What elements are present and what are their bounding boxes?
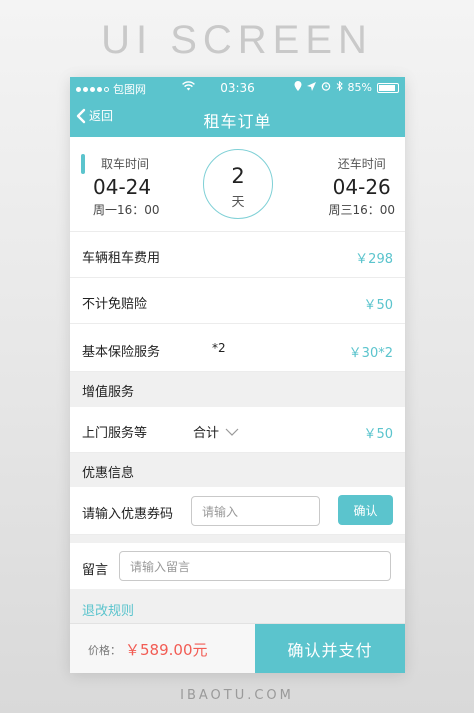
rental-fee-label: 车辆租车费用 [82, 251, 161, 266]
price-label: 价格： [88, 644, 121, 657]
return-time: 还车时间 04-26 周三16：00 [328, 155, 395, 218]
waiver-fee-row: 不计免赔险 ￥50 [70, 278, 405, 324]
chevron-down-icon [225, 428, 239, 436]
location-icon [294, 81, 302, 94]
confirm-pay-button[interactable]: 确认并支付 [255, 624, 405, 673]
battery-percent: 85% [347, 81, 372, 94]
value-added-section-header: 增值服务 [70, 372, 405, 407]
value-added-title: 增值服务 [82, 385, 135, 400]
coupon-input[interactable]: 请输入 [191, 496, 320, 526]
discount-title: 优惠信息 [82, 466, 135, 481]
pickup-label: 取车时间 [101, 157, 150, 171]
value-added-amount: ￥50 [363, 427, 393, 442]
page-footer: IBAOTU.COM [180, 688, 294, 703]
value-added-row: 上门服务等 合计 ￥50 [70, 407, 405, 453]
total-dropdown[interactable]: 合计 [193, 422, 239, 441]
page-title: 租车订单 [203, 112, 272, 131]
rental-fee-amount: ￥298 [355, 252, 393, 267]
checkout-bar: 价格： ￥589.00元 确认并支付 [70, 623, 405, 673]
alarm-icon [321, 81, 331, 94]
bluetooth-icon [336, 80, 343, 94]
battery-icon [377, 82, 399, 93]
page-header: UI SCREEN [101, 18, 373, 62]
coupon-label: 请输入优惠券码 [82, 507, 174, 522]
coupon-placeholder: 请输入 [202, 504, 239, 519]
rental-period: 取车时间 04-24 周一16：00 2 天 还车时间 04-26 周三16：0… [70, 137, 405, 232]
message-input[interactable]: 请输入留言 [119, 551, 391, 581]
pickup-weekday: 周一16：00 [93, 203, 160, 217]
status-right: 85% [294, 80, 399, 94]
return-label: 还车时间 [337, 157, 386, 171]
status-bar: 包图网 03:36 85% [70, 77, 405, 99]
coupon-confirm-button[interactable]: 确认 [338, 495, 393, 525]
waiver-fee-label: 不计免赔险 [82, 297, 148, 312]
section-divider [70, 535, 405, 543]
nav-bar: 返回 租车订单 [70, 99, 405, 137]
discount-section-header: 优惠信息 [70, 453, 405, 487]
pickup-date: 04-24 [93, 175, 152, 199]
insurance-qty: *2 [212, 341, 226, 355]
refund-policy-link[interactable]: 退改规则 [82, 600, 134, 619]
price-value: ￥589.00元 [125, 641, 208, 659]
message-label: 留言 [82, 563, 109, 578]
return-weekday: 周三16：00 [328, 203, 395, 217]
rental-days-badge: 2 天 [203, 149, 273, 219]
rental-fee-row: 车辆租车费用 ￥298 [70, 232, 405, 278]
message-placeholder: 请输入留言 [130, 559, 191, 574]
rental-days-count: 2 [231, 164, 245, 188]
waiver-fee-amount: ￥50 [363, 298, 393, 313]
total-label: 合计 [193, 426, 220, 441]
insurance-fee-row: 基本保险服务 *2 ￥30*2 [70, 324, 405, 372]
rental-days-unit: 天 [231, 195, 245, 210]
insurance-fee-label: 基本保险服务 [82, 345, 161, 360]
value-added-label: 上门服务等 [82, 426, 148, 441]
return-date: 04-26 [332, 175, 391, 199]
phone-screen: 包图网 03:36 85% 返回 租车订单 取车时间 04-24 周一16：00… [70, 77, 405, 673]
insurance-fee-amount: ￥30*2 [348, 346, 393, 361]
accent-mark [81, 154, 85, 174]
direction-icon [306, 81, 316, 94]
pickup-time: 取车时间 04-24 周一16：00 [93, 155, 160, 218]
